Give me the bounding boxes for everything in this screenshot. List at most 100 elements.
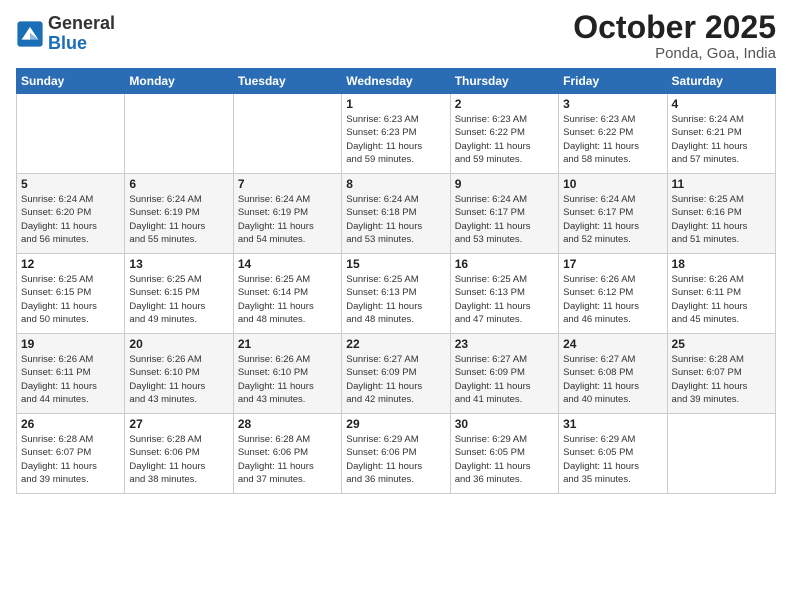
title-block: October 2025 Ponda, Goa, India: [573, 10, 776, 62]
day-number: 24: [563, 337, 662, 351]
day-info: Sunrise: 6:25 AMSunset: 6:14 PMDaylight:…: [238, 273, 337, 326]
day-cell: 4Sunrise: 6:24 AMSunset: 6:21 PMDaylight…: [667, 94, 775, 174]
day-info: Sunrise: 6:24 AMSunset: 6:19 PMDaylight:…: [238, 193, 337, 246]
day-cell: [125, 94, 233, 174]
day-number: 11: [672, 177, 771, 191]
day-cell: 1Sunrise: 6:23 AMSunset: 6:23 PMDaylight…: [342, 94, 450, 174]
day-info: Sunrise: 6:29 AMSunset: 6:05 PMDaylight:…: [455, 433, 554, 486]
day-number: 22: [346, 337, 445, 351]
day-number: 28: [238, 417, 337, 431]
day-number: 21: [238, 337, 337, 351]
day-cell: 21 Sunrise: 6:26 AMSunset: 6:10 PMDayligh…: [233, 334, 341, 414]
day-cell: 23Sunrise: 6:27 AMSunset: 6:09 PMDayligh…: [450, 334, 558, 414]
day-cell: 20 Sunrise: 6:26 AMSunset: 6:10 PMDayligh…: [125, 334, 233, 414]
day-info: Sunrise: 6:23 AMSunset: 6:22 PMDaylight:…: [563, 113, 662, 166]
day-cell: 27 Sunrise: 6:28 AMSunset: 6:06 PMDayligh…: [125, 414, 233, 494]
day-cell: 16Sunrise: 6:25 AMSunset: 6:13 PMDayligh…: [450, 254, 558, 334]
day-number: 4: [672, 97, 771, 111]
day-info: Sunrise: 6:25 AMSunset: 6:13 PMDaylight:…: [455, 273, 554, 326]
day-info: Sunrise: 6:26 AMSunset: 6:11 PMDaylight:…: [21, 353, 120, 406]
day-number: 23: [455, 337, 554, 351]
day-number: 25: [672, 337, 771, 351]
day-info: Sunrise: 6:23 AMSunset: 6:23 PMDaylight:…: [346, 113, 445, 166]
day-cell: 30 Sunrise: 6:29 AMSunset: 6:05 PMDayligh…: [450, 414, 558, 494]
location: Ponda, Goa, India: [573, 45, 776, 62]
day-number: 26: [21, 417, 120, 431]
day-info: Sunrise: 6:28 AMSunset: 6:07 PMDaylight:…: [672, 353, 771, 406]
day-cell: 3 Sunrise: 6:23 AMSunset: 6:22 PMDaylight…: [559, 94, 667, 174]
day-number: 2: [455, 97, 554, 111]
logo: General Blue: [16, 14, 115, 54]
day-number: 8: [346, 177, 445, 191]
day-number: 5: [21, 177, 120, 191]
day-number: 18: [672, 257, 771, 271]
day-cell: 26 Sunrise: 6:28 AMSunset: 6:07 PMDayligh…: [17, 414, 125, 494]
day-info: Sunrise: 6:26 AMSunset: 6:10 PMDaylight:…: [129, 353, 228, 406]
col-header-monday: Monday: [125, 69, 233, 94]
header-row: SundayMondayTuesdayWednesdayThursdayFrid…: [17, 69, 776, 94]
day-cell: [233, 94, 341, 174]
day-number: 29: [346, 417, 445, 431]
day-cell: 11 Sunrise: 6:25 AMSunset: 6:16 PMDayligh…: [667, 174, 775, 254]
day-number: 27: [129, 417, 228, 431]
day-cell: 25 Sunrise: 6:28 AMSunset: 6:07 PMDayligh…: [667, 334, 775, 414]
day-number: 20: [129, 337, 228, 351]
day-number: 3: [563, 97, 662, 111]
col-header-friday: Friday: [559, 69, 667, 94]
day-number: 30: [455, 417, 554, 431]
page: General Blue October 2025 Ponda, Goa, In…: [0, 0, 792, 612]
day-cell: 14 Sunrise: 6:25 AMSunset: 6:14 PMDayligh…: [233, 254, 341, 334]
day-info: Sunrise: 6:23 AMSunset: 6:22 PMDaylight:…: [455, 113, 554, 166]
day-cell: 24 Sunrise: 6:27 AMSunset: 6:08 PMDayligh…: [559, 334, 667, 414]
day-number: 17: [563, 257, 662, 271]
col-header-sunday: Sunday: [17, 69, 125, 94]
day-cell: 15Sunrise: 6:25 AMSunset: 6:13 PMDayligh…: [342, 254, 450, 334]
col-header-wednesday: Wednesday: [342, 69, 450, 94]
day-info: Sunrise: 6:25 AMSunset: 6:16 PMDaylight:…: [672, 193, 771, 246]
day-number: 19: [21, 337, 120, 351]
day-cell: 8 Sunrise: 6:24 AMSunset: 6:18 PMDaylight…: [342, 174, 450, 254]
logo-icon: [16, 20, 44, 48]
week-row-3: 12 Sunrise: 6:25 AMSunset: 6:15 PMDayligh…: [17, 254, 776, 334]
day-number: 31: [563, 417, 662, 431]
day-cell: 19 Sunrise: 6:26 AMSunset: 6:11 PMDayligh…: [17, 334, 125, 414]
day-cell: 18Sunrise: 6:26 AMSunset: 6:11 PMDayligh…: [667, 254, 775, 334]
col-header-saturday: Saturday: [667, 69, 775, 94]
day-info: Sunrise: 6:25 AMSunset: 6:15 PMDaylight:…: [129, 273, 228, 326]
day-cell: 31 Sunrise: 6:29 AMSunset: 6:05 PMDayligh…: [559, 414, 667, 494]
day-cell: 13 Sunrise: 6:25 AMSunset: 6:15 PMDayligh…: [125, 254, 233, 334]
day-info: Sunrise: 6:29 AMSunset: 6:05 PMDaylight:…: [563, 433, 662, 486]
day-number: 6: [129, 177, 228, 191]
day-info: Sunrise: 6:27 AMSunset: 6:08 PMDaylight:…: [563, 353, 662, 406]
day-number: 9: [455, 177, 554, 191]
day-cell: 5Sunrise: 6:24 AMSunset: 6:20 PMDaylight…: [17, 174, 125, 254]
day-info: Sunrise: 6:28 AMSunset: 6:07 PMDaylight:…: [21, 433, 120, 486]
day-info: Sunrise: 6:25 AMSunset: 6:13 PMDaylight:…: [346, 273, 445, 326]
day-cell: 29 Sunrise: 6:29 AMSunset: 6:06 PMDayligh…: [342, 414, 450, 494]
day-cell: 22 Sunrise: 6:27 AMSunset: 6:09 PMDayligh…: [342, 334, 450, 414]
day-cell: 10Sunrise: 6:24 AMSunset: 6:17 PMDayligh…: [559, 174, 667, 254]
day-cell: 28Sunrise: 6:28 AMSunset: 6:06 PMDayligh…: [233, 414, 341, 494]
month-title: October 2025: [573, 10, 776, 45]
day-info: Sunrise: 6:24 AMSunset: 6:19 PMDaylight:…: [129, 193, 228, 246]
day-cell: 6 Sunrise: 6:24 AMSunset: 6:19 PMDaylight…: [125, 174, 233, 254]
day-info: Sunrise: 6:24 AMSunset: 6:17 PMDaylight:…: [563, 193, 662, 246]
day-info: Sunrise: 6:26 AMSunset: 6:12 PMDaylight:…: [563, 273, 662, 326]
day-info: Sunrise: 6:27 AMSunset: 6:09 PMDaylight:…: [346, 353, 445, 406]
day-info: Sunrise: 6:28 AMSunset: 6:06 PMDaylight:…: [129, 433, 228, 486]
day-info: Sunrise: 6:24 AMSunset: 6:18 PMDaylight:…: [346, 193, 445, 246]
week-row-2: 5Sunrise: 6:24 AMSunset: 6:20 PMDaylight…: [17, 174, 776, 254]
calendar-table: SundayMondayTuesdayWednesdayThursdayFrid…: [16, 68, 776, 494]
col-header-tuesday: Tuesday: [233, 69, 341, 94]
day-cell: [667, 414, 775, 494]
day-number: 13: [129, 257, 228, 271]
week-row-4: 19 Sunrise: 6:26 AMSunset: 6:11 PMDayligh…: [17, 334, 776, 414]
day-info: Sunrise: 6:24 AMSunset: 6:17 PMDaylight:…: [455, 193, 554, 246]
day-info: Sunrise: 6:26 AMSunset: 6:10 PMDaylight:…: [238, 353, 337, 406]
day-info: Sunrise: 6:29 AMSunset: 6:06 PMDaylight:…: [346, 433, 445, 486]
day-number: 7: [238, 177, 337, 191]
day-cell: 9 Sunrise: 6:24 AMSunset: 6:17 PMDaylight…: [450, 174, 558, 254]
day-number: 12: [21, 257, 120, 271]
header: General Blue October 2025 Ponda, Goa, In…: [16, 10, 776, 62]
day-number: 14: [238, 257, 337, 271]
